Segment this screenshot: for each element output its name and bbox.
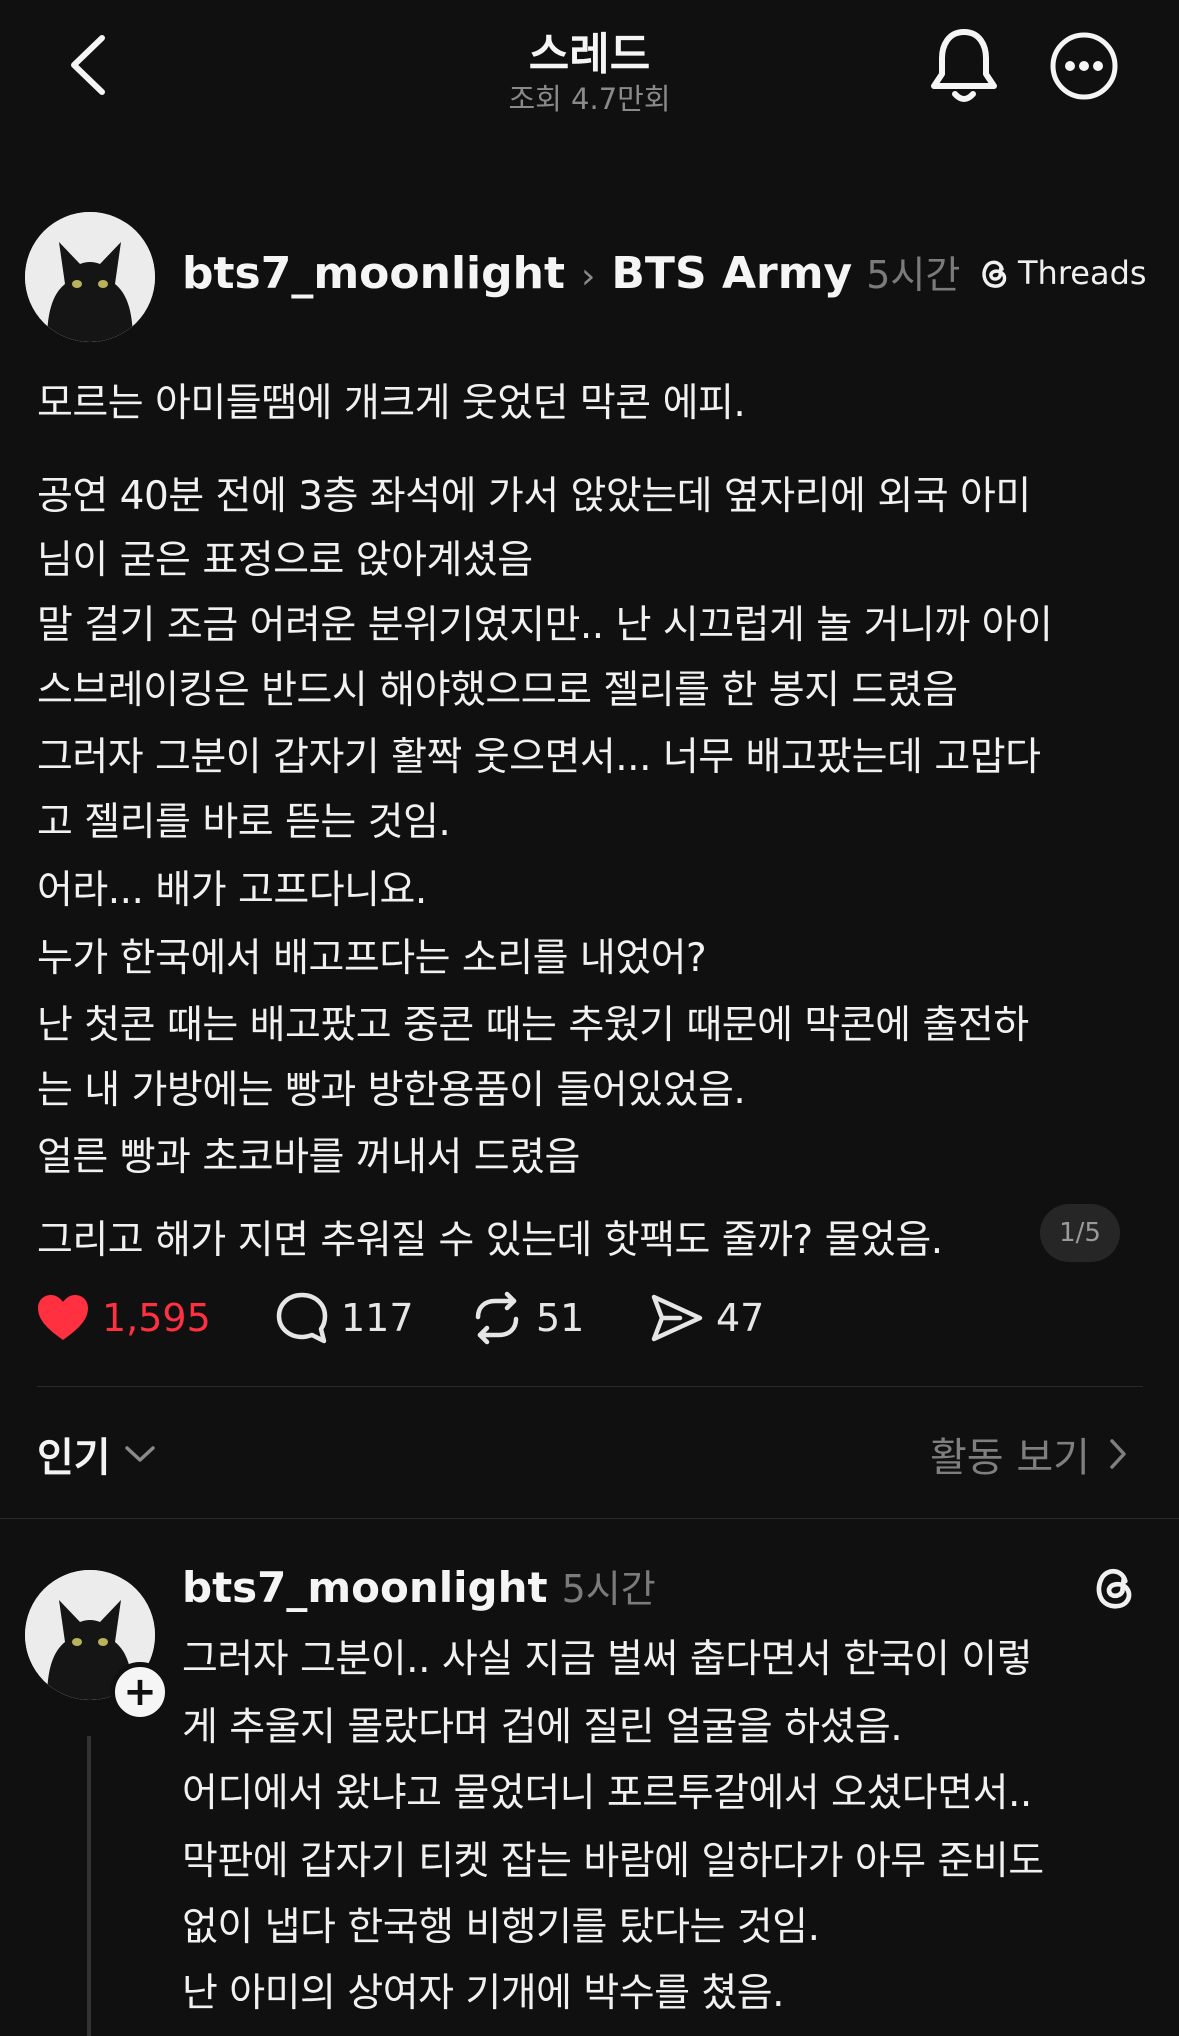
view-count: 조회 4.7만회 [508,82,671,116]
post-text-line: 님이 굳은 표정으로 앉아계셨음 [37,538,533,583]
reply-time: 5시간 [561,1567,656,1611]
notification-button[interactable] [928,26,1000,104]
reply-text-line: 막판에 갑자기 티켓 잡는 바람에 일하다가 아무 준비도 [182,1839,1044,1884]
username[interactable]: bts7_moonlight [182,248,565,299]
chevron-right-icon [1110,1439,1126,1469]
divider [37,1386,1143,1387]
share-button[interactable]: 47 [650,1290,764,1346]
avatar[interactable] [25,212,155,342]
repost-count: 51 [536,1296,585,1340]
post-text-line: 고 젤리를 바로 뜯는 것임. [37,800,451,845]
post-text-line: 그리고 해가 지면 추워질 수 있는데 핫팩도 줄까? 물었음. [37,1218,943,1263]
section-divider [0,1518,1179,1519]
reply-text-line: 게 추울지 몰랐다며 겁에 질린 얼굴을 하셨음. [182,1705,903,1750]
post-time: 5시간 [866,253,961,297]
page-title: 스레드 [528,29,651,80]
reply-text-line: 그러자 그분이.. 사실 지금 벌써 춥다면서 한국이 이렇 [182,1637,1033,1682]
post-text-line: 얼른 빵과 초코바를 꺼내서 드렸음 [37,1135,580,1180]
cat-avatar-image [25,212,155,342]
more-icon [1050,32,1118,100]
post-text-line: 난 첫콘 때는 배고팠고 중콘 때는 추웠기 때문에 막콘에 출전하 [37,1003,1029,1048]
threads-logo-icon [982,260,1007,288]
share-count: 47 [716,1296,765,1340]
comment-count: 117 [341,1296,414,1340]
chevron-right-icon: › [580,256,596,297]
post-text-line: 그러자 그분이 갑자기 활짝 웃으면서... 너무 배고팠는데 고맙다 [37,735,1041,780]
reply-username[interactable]: bts7_moonlight [182,1563,548,1612]
heart-icon [38,1295,88,1340]
share-icon [651,1294,703,1342]
post-text-line: 공연 40분 전에 3층 좌석에 가서 앉았는데 옆자리에 외국 아미 [37,474,1031,519]
post-text-line: 는 내 가방에는 빵과 방한용품이 들어있었음. [37,1068,746,1113]
post-meta: bts7_moonlight › BTS Army 5시간 [182,244,960,299]
threads-badge: Threads [978,254,1147,292]
repost-button[interactable]: 51 [470,1290,584,1346]
bell-icon [931,29,997,102]
chevron-down-icon [124,1446,155,1462]
follow-plus-button[interactable]: + [110,1662,170,1722]
post-text-line: 스브레이킹은 반드시 해야했으므로 젤리를 한 봉지 드렸음 [37,668,958,713]
comment-icon [276,1292,328,1344]
sort-label: 인기 [37,1435,111,1481]
thread-connector-line [87,1736,91,2036]
like-button[interactable]: 1,595 [36,1290,211,1346]
plus-icon: + [123,1669,157,1715]
sort-dropdown[interactable]: 인기 [37,1425,157,1483]
reply-text-line: 어디에서 왔냐고 물었더니 포르투갈에서 오셨다면서.. [182,1771,1032,1816]
repost-icon [475,1291,519,1345]
reply-meta: bts7_moonlight 5시간 [182,1558,656,1613]
post-text-line: 말 걸기 조금 어려운 분위기였지만.. 난 시끄럽게 놀 거니까 아이 [37,603,1053,648]
threads-logo-icon [1090,1560,1140,1614]
comment-button[interactable]: 117 [275,1290,414,1346]
more-options-button[interactable] [1048,30,1120,102]
post-text-line: 누가 한국에서 배고프다는 소리를 내었어? [37,936,707,981]
page-indicator: 1/5 [1040,1204,1120,1262]
activity-label: 활동 보기 [930,1435,1090,1481]
community-name[interactable]: BTS Army [611,248,852,299]
post-text-line: 모르는 아미들땜에 개크게 웃었던 막콘 에피. [37,381,746,426]
reply-text-line: 없이 냅다 한국행 비행기를 탔다는 것임. [182,1905,820,1950]
post-text-line: 어라... 배가 고프다니요. [37,868,427,913]
threads-label: Threads [1018,254,1147,292]
reply-text-line: 난 아미의 상여자 기개에 박수를 쳤음. [182,1971,785,2016]
like-count: 1,595 [102,1296,211,1340]
view-activity-link[interactable]: 활동 보기 [930,1425,1130,1483]
